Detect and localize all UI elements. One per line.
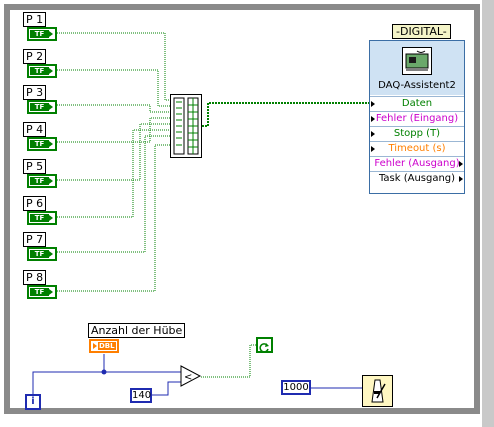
hub-count-label: Anzahl der Hübe xyxy=(88,323,186,338)
daq-terminal-row[interactable]: Stopp (T) xyxy=(370,126,464,141)
output-arrow-icon xyxy=(49,178,53,184)
boolean-type-label: TF xyxy=(30,140,49,148)
control-label-p6: P 6 xyxy=(23,196,47,211)
daq-title-label: -DIGITAL- xyxy=(392,24,451,39)
iteration-terminal[interactable]: i xyxy=(25,394,41,410)
boolean-control-p3[interactable]: TF xyxy=(27,100,57,114)
daq-terminal-row[interactable]: Daten xyxy=(370,96,464,111)
daq-terminal-row[interactable]: Timeout (s) xyxy=(370,141,464,156)
output-arrow-icon xyxy=(49,104,53,110)
loop-condition-terminal[interactable] xyxy=(256,337,273,353)
control-label-p4: P 4 xyxy=(23,122,47,137)
wire-p3 xyxy=(57,104,172,113)
wire-compare-stop xyxy=(201,344,258,378)
boolean-control-p6[interactable]: TF xyxy=(27,211,57,225)
wait-ms-node[interactable] xyxy=(362,375,393,407)
daq-terminal-label: Daten xyxy=(401,98,433,109)
output-arrow-icon xyxy=(49,141,53,147)
metronome-icon xyxy=(371,379,386,403)
block-diagram: < P 1 TF P 2 TF P 3 TF P 4 TF P 5 TF P 6 TF P 7 TF P 8… xyxy=(0,0,494,427)
build-array-icon xyxy=(173,97,199,155)
daq-terminal-row[interactable]: Fehler (Ausgang) xyxy=(370,156,464,171)
build-array-node[interactable] xyxy=(170,94,202,158)
dbl-type-label: DBL xyxy=(98,342,116,350)
daq-terminal-label: Fehler (Ausgang) xyxy=(374,158,460,169)
daq-name-label: DAQ-Assistent2 xyxy=(378,80,456,91)
less-than-symbol: < xyxy=(184,372,192,383)
boolean-control-p4[interactable]: TF xyxy=(27,137,57,151)
control-label-p3: P 3 xyxy=(23,85,47,100)
daq-terminal-label: Timeout (s) xyxy=(388,143,446,154)
boolean-control-p5[interactable]: TF xyxy=(27,174,57,188)
wire-array-daq xyxy=(202,102,370,127)
wire-iteration xyxy=(32,371,181,395)
daq-terminal-row[interactable]: Fehler (Eingang) xyxy=(370,111,464,126)
input-arrow-icon xyxy=(371,146,375,152)
daq-terminal-row[interactable]: Task (Ausgang) xyxy=(370,171,464,186)
wait-constant[interactable]: 1000 xyxy=(281,380,311,395)
daq-header: DAQ-Assistent2 xyxy=(370,41,464,95)
control-label-p5: P 5 xyxy=(23,159,47,174)
output-arrow-icon xyxy=(49,215,53,221)
boolean-type-label: TF xyxy=(30,288,49,296)
boolean-control-p8[interactable]: TF xyxy=(27,285,57,299)
boolean-type-label: TF xyxy=(30,67,49,75)
output-arrow-icon xyxy=(459,176,463,182)
boolean-type-label: TF xyxy=(30,103,49,111)
output-arrow-icon xyxy=(49,251,53,257)
output-arrow-icon xyxy=(459,161,463,167)
wire-p8 xyxy=(57,144,172,292)
input-arrow-icon xyxy=(371,131,375,137)
daq-assistant-node[interactable]: DAQ-Assistent2 Daten Fehler (Eingang) Stop… xyxy=(369,40,465,194)
output-arrow-icon xyxy=(49,31,53,37)
continue-icon xyxy=(259,343,269,353)
output-arrow-icon xyxy=(49,289,53,295)
boolean-control-p7[interactable]: TF xyxy=(27,247,57,261)
daq-terminal-label: Stopp (T) xyxy=(393,128,441,139)
daq-terminal-label: Fehler (Eingang) xyxy=(375,113,459,124)
dbl-arrow-icon xyxy=(93,343,97,349)
input-arrow-icon xyxy=(371,116,375,122)
control-label-p8: P 8 xyxy=(23,270,47,285)
output-arrow-icon xyxy=(49,68,53,74)
wire-junction xyxy=(101,369,107,375)
boolean-type-label: TF xyxy=(30,250,49,258)
boolean-type-label: TF xyxy=(30,177,49,185)
wire-140 xyxy=(152,381,181,396)
daq-card-icon xyxy=(402,47,432,75)
boolean-type-label: TF xyxy=(30,214,49,222)
wire-p2 xyxy=(57,69,172,107)
boolean-control-p1[interactable]: TF xyxy=(27,27,57,41)
limit-constant[interactable]: 140 xyxy=(130,388,152,403)
control-label-p2: P 2 xyxy=(23,49,47,64)
daq-terminal-label: Task (Ausgang) xyxy=(378,173,456,184)
control-label-p1: P 1 xyxy=(23,12,47,27)
control-label-p7: P 7 xyxy=(23,232,47,247)
boolean-type-label: TF xyxy=(30,30,49,38)
hub-count-indicator[interactable]: DBL xyxy=(89,339,119,353)
wire-p1 xyxy=(57,32,172,101)
wire-p6 xyxy=(57,129,172,218)
boolean-control-p2[interactable]: TF xyxy=(27,64,57,78)
input-arrow-icon xyxy=(371,101,375,107)
